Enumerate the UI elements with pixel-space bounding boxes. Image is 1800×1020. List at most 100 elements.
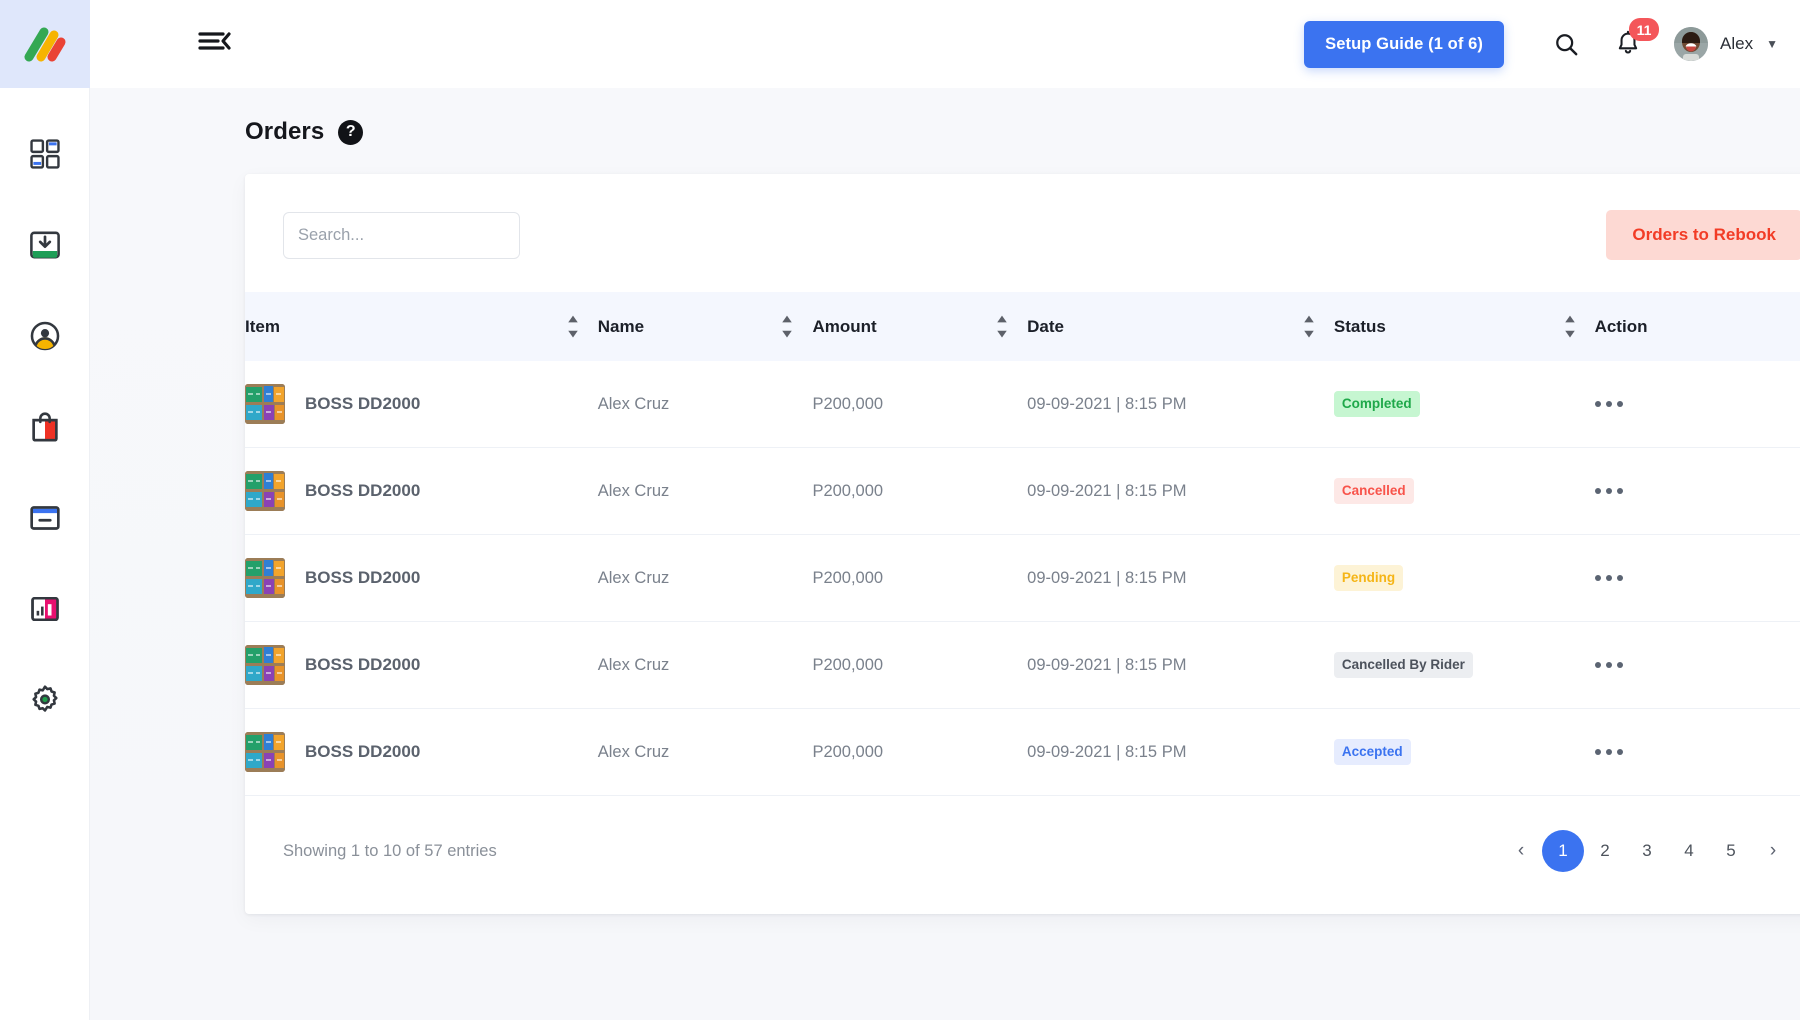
pagination-prev[interactable]: ‹	[1500, 830, 1542, 872]
column-label-amount: Amount	[812, 316, 877, 336]
cell-status: Cancelled	[1333, 447, 1595, 536]
item-name: BOSS DD2000	[305, 655, 421, 675]
table-head: Item Name Amount Date Status Action	[245, 292, 1800, 362]
dashboard-grid-icon	[29, 139, 60, 169]
search-input[interactable]	[298, 225, 518, 245]
cell-date: 09-09-2021 | 8:15 PM	[1027, 708, 1334, 797]
notification-badge: 11	[1629, 18, 1660, 41]
column-label-date: Date	[1027, 316, 1064, 336]
item-name: BOSS DD2000	[305, 568, 421, 588]
table-row[interactable]: BOSS DD2000 Alex Cruz P200,000 09-09-202…	[245, 361, 1800, 449]
cell-date: 09-09-2021 | 8:15 PM	[1027, 534, 1334, 623]
cell-item: BOSS DD2000	[245, 708, 598, 797]
cell-item: BOSS DD2000	[245, 361, 598, 449]
sidebar-item-settings[interactable]	[21, 676, 69, 724]
chevron-down-icon[interactable]: ▼	[1766, 37, 1778, 51]
column-label-item: Item	[245, 316, 280, 336]
content-area: Orders ? Orders to Rebook	[90, 88, 1800, 1020]
sidebar	[0, 0, 90, 1020]
cell-action	[1594, 621, 1800, 710]
card-footer: Showing 1 to 10 of 57 entries ‹ 1 2 3 4 …	[245, 796, 1800, 912]
card-toolbar: Orders to Rebook	[245, 210, 1800, 260]
pagination-page-5[interactable]: 5	[1710, 830, 1752, 872]
column-label-name: Name	[597, 316, 645, 336]
pagination-page-4[interactable]: 4	[1668, 830, 1710, 872]
status-badge: Cancelled	[1333, 478, 1414, 504]
more-options-dots-icon[interactable]	[1594, 401, 1627, 408]
item-name: BOSS DD2000	[305, 742, 421, 762]
orders-to-rebook-button[interactable]: Orders to Rebook	[1606, 210, 1800, 260]
inbox-download-icon	[29, 231, 60, 259]
more-options-dots-icon[interactable]	[1594, 662, 1627, 669]
table-row[interactable]: BOSS DD2000 Alex Cruz P200,000 09-09-202…	[245, 621, 1800, 710]
cell-name: Alex Cruz	[597, 621, 813, 710]
column-header-item[interactable]: Item	[245, 292, 598, 361]
topbar: Setup Guide (1 of 6) 11 Alex ▼	[90, 0, 1800, 88]
app-root: Setup Guide (1 of 6) 11 Alex ▼ Orders ? …	[0, 0, 1800, 1020]
sort-icon	[782, 315, 793, 338]
cell-amount: P200,000	[812, 534, 1028, 623]
topbar-search-button[interactable]	[1538, 16, 1594, 72]
cell-item: BOSS DD2000	[245, 534, 598, 623]
product-thumbnail	[245, 732, 285, 773]
more-options-dots-icon[interactable]	[1594, 488, 1627, 495]
table-header-row: Item Name Amount Date Status Action	[245, 292, 1800, 362]
wallet-card-icon	[29, 506, 60, 530]
sidebar-item-account[interactable]	[21, 312, 69, 360]
setup-guide-suffix: )	[1477, 34, 1484, 53]
hamburger-collapse-icon[interactable]	[198, 27, 232, 55]
cell-name: Alex Cruz	[597, 447, 813, 536]
cell-date: 09-09-2021 | 8:15 PM	[1027, 361, 1334, 449]
column-header-date[interactable]: Date	[1027, 292, 1334, 361]
help-icon[interactable]: ?	[338, 119, 364, 145]
multi-chevron-logo	[24, 27, 65, 62]
sidebar-item-inbox[interactable]	[21, 221, 69, 269]
table-row[interactable]: BOSS DD2000 Alex Cruz P200,000 09-09-202…	[245, 708, 1800, 797]
pagination: ‹ 1 2 3 4 5 ›	[1500, 830, 1794, 873]
cell-name: Alex Cruz	[597, 534, 813, 623]
column-header-status[interactable]: Status	[1334, 292, 1595, 361]
status-badge: Pending	[1333, 565, 1404, 591]
pagination-page-1[interactable]: 1	[1542, 830, 1584, 873]
sort-icon	[997, 315, 1007, 338]
sidebar-item-reports[interactable]	[21, 585, 69, 633]
cell-date: 09-09-2021 | 8:15 PM	[1027, 621, 1334, 710]
more-options-dots-icon[interactable]	[1594, 749, 1627, 756]
bar-chart-icon	[30, 596, 59, 622]
more-options-dots-icon[interactable]	[1594, 575, 1627, 582]
page-header: Orders ?	[90, 118, 1800, 146]
cell-action	[1594, 361, 1800, 449]
notifications-button[interactable]: 11	[1600, 16, 1660, 72]
cell-amount: P200,000	[812, 708, 1028, 797]
shopping-bag-icon	[31, 412, 58, 442]
sidebar-item-products[interactable]	[21, 403, 69, 451]
pagination-page-3[interactable]: 3	[1626, 830, 1668, 872]
column-label-action: Action	[1594, 316, 1648, 336]
avatar[interactable]	[1674, 27, 1709, 61]
sidebar-item-dashboard[interactable]	[21, 130, 69, 178]
column-header-action: Action	[1595, 292, 1800, 361]
logo-cell[interactable]	[0, 0, 90, 88]
page-title: Orders	[245, 118, 325, 145]
cell-item: BOSS DD2000	[245, 447, 598, 536]
pagination-page-2[interactable]: 2	[1584, 830, 1626, 872]
search-box[interactable]	[283, 211, 520, 259]
column-header-name[interactable]: Name	[598, 292, 813, 361]
column-header-amount[interactable]: Amount	[812, 292, 1027, 361]
table-row[interactable]: BOSS DD2000 Alex Cruz P200,000 09-09-202…	[245, 447, 1800, 536]
cell-name: Alex Cruz	[597, 361, 813, 449]
pagination-next[interactable]: ›	[1752, 830, 1794, 872]
cell-action	[1594, 534, 1800, 623]
item-name: BOSS DD2000	[305, 394, 421, 414]
setup-guide-button[interactable]: Setup Guide (1 of 6)	[1304, 20, 1505, 68]
cell-action	[1594, 708, 1800, 797]
product-thumbnail	[245, 384, 285, 425]
table-row[interactable]: BOSS DD2000 Alex Cruz P200,000 09-09-202…	[245, 534, 1800, 623]
sidebar-item-wallet[interactable]	[21, 494, 69, 542]
setup-guide-count: 1 of 6	[1433, 34, 1478, 53]
main-area: Setup Guide (1 of 6) 11 Alex ▼ Orders ? …	[90, 0, 1800, 1020]
cell-amount: P200,000	[812, 447, 1028, 536]
orders-table: Item Name Amount Date Status Action BOSS…	[245, 292, 1800, 797]
cell-status: Cancelled By Rider	[1333, 621, 1595, 710]
product-thumbnail	[245, 558, 285, 599]
